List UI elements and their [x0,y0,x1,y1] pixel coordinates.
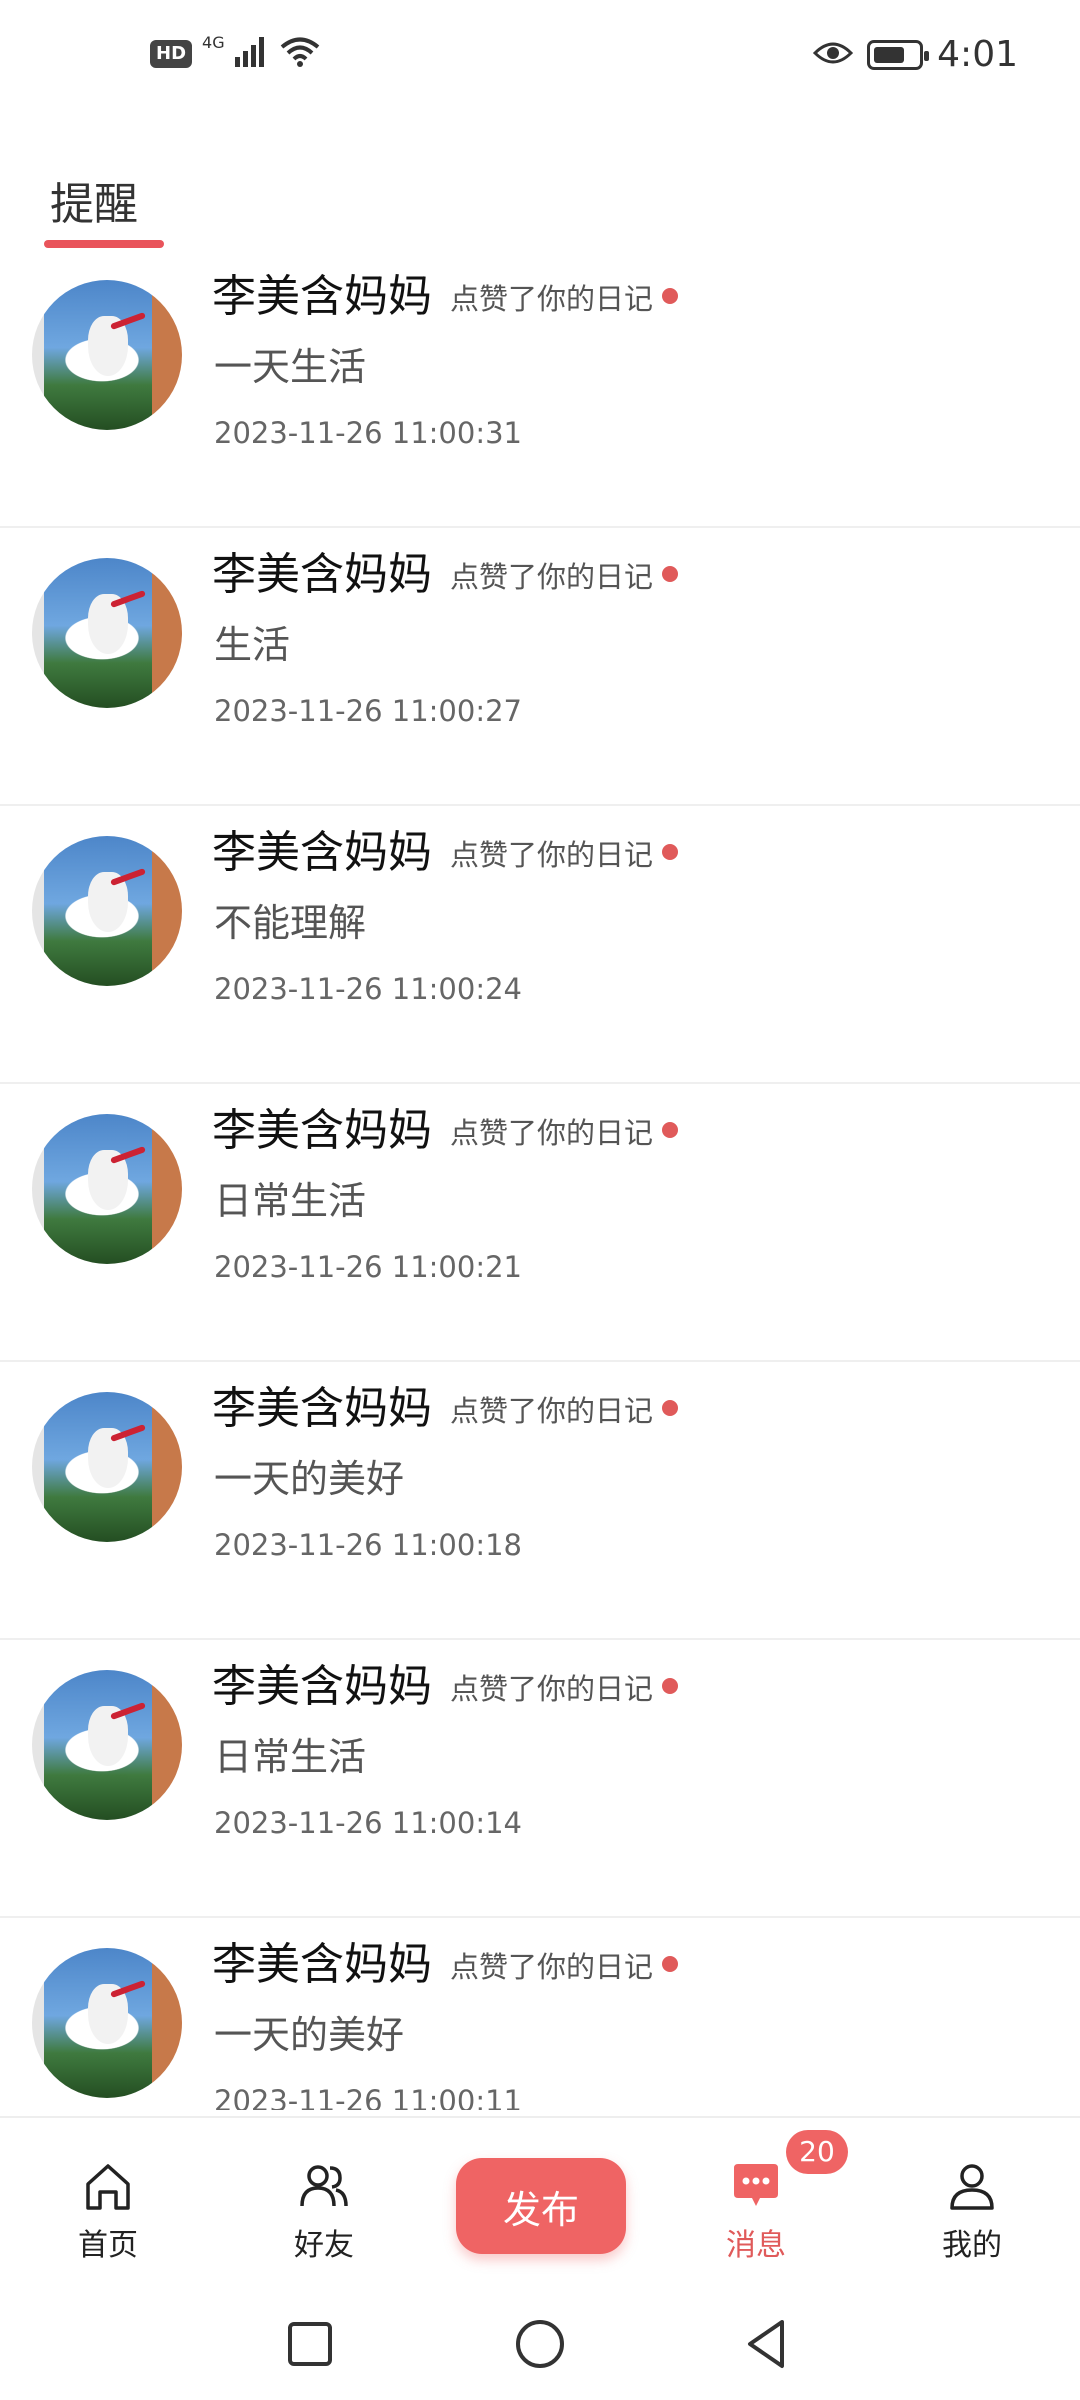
avatar[interactable] [32,1114,182,1264]
action-text: 点赞了你的日记 [450,1950,654,1984]
action-text: 点赞了你的日记 [450,1672,654,1706]
status-right: 4:01 [813,34,1018,75]
nav-home[interactable]: 首页 [48,2158,168,2264]
user-name[interactable]: 李美含妈妈 [212,260,432,324]
home-icon [80,2158,136,2214]
diary-title[interactable]: 日常生活 [214,1726,366,1781]
friends-icon [296,2158,352,2214]
unread-dot [662,1400,678,1416]
avatar[interactable] [32,280,182,430]
action-text: 点赞了你的日记 [450,1394,654,1428]
publish-button[interactable]: 发布 [456,2158,626,2254]
action-text: 点赞了你的日记 [450,838,654,872]
nav-messages-label: 消息 [726,2228,786,2263]
avatar[interactable] [32,1392,182,1542]
nav-mine-label: 我的 [942,2228,1002,2263]
unread-dot [662,1678,678,1694]
nav-home-label: 首页 [78,2228,138,2263]
timestamp: 2023-11-26 11:00:11 [214,2084,522,2110]
avatar[interactable] [32,1948,182,2098]
timestamp: 2023-11-26 11:00:31 [214,416,522,450]
action-text: 点赞了你的日记 [450,560,654,594]
notification-item[interactable]: 李美含妈妈 点赞了你的日记 不能理解 2023-11-26 11:00:24 [0,806,1080,1084]
timestamp: 2023-11-26 11:00:18 [214,1528,522,1562]
battery-icon [867,39,930,70]
diary-title[interactable]: 日常生活 [214,1170,366,1225]
avatar[interactable] [32,1670,182,1820]
notification-list[interactable]: 李美含妈妈 点赞了你的日记 一天生活 2023-11-26 11:00:31 李… [0,250,1080,2110]
action-text: 点赞了你的日记 [450,282,654,316]
notification-item[interactable]: 李美含妈妈 点赞了你的日记 日常生活 2023-11-26 11:00:21 [0,1084,1080,1362]
system-nav [0,2290,1080,2400]
nav-messages[interactable]: 消息 [696,2158,816,2264]
avatar[interactable] [32,558,182,708]
unread-dot [662,1956,678,1972]
hd-badge: HD [150,40,193,68]
user-name[interactable]: 李美含妈妈 [212,1928,432,1992]
diary-title[interactable]: 一天的美好 [214,2004,404,2059]
back-button[interactable] [738,2314,798,2374]
section-title: 提醒 [50,179,138,230]
status-bar: HD 4G 4:01 [0,0,1080,110]
status-left: HD 4G [150,32,321,72]
eye-icon [813,39,854,71]
screen: HD 4G 4:01 提醒 李美含妈妈 点赞了你的日记 一天生活 2023-11… [0,0,1080,2400]
recent-apps-button[interactable] [280,2314,340,2374]
avatar[interactable] [32,836,182,986]
diary-title[interactable]: 不能理解 [214,892,366,947]
signal-icon [234,37,269,71]
user-name[interactable]: 李美含妈妈 [212,538,432,602]
unread-dot [662,566,678,582]
unread-dot [662,1122,678,1138]
user-name[interactable]: 李美含妈妈 [212,1094,432,1158]
diary-title[interactable]: 一天生活 [214,336,366,391]
unread-dot [662,844,678,860]
network-type: 4G [202,32,225,52]
user-name[interactable]: 李美含妈妈 [212,1650,432,1714]
unread-dot [662,288,678,304]
timestamp: 2023-11-26 11:00:21 [214,1250,522,1284]
tab-reminders[interactable]: 提醒 [44,168,164,248]
bottom-nav: 首页 好友 发布 消息 20 我的 [0,2116,1080,2286]
user-name[interactable]: 李美含妈妈 [212,816,432,880]
user-icon [944,2158,1000,2214]
diary-title[interactable]: 一天的美好 [214,1448,404,1503]
diary-title[interactable]: 生活 [214,614,290,669]
notification-item[interactable]: 李美含妈妈 点赞了你的日记 生活 2023-11-26 11:00:27 [0,528,1080,806]
timestamp: 2023-11-26 11:00:24 [214,972,522,1006]
messages-badge: 20 [786,2130,848,2174]
message-icon [728,2158,784,2214]
battery-fill [874,46,904,63]
notification-item[interactable]: 李美含妈妈 点赞了你的日记 日常生活 2023-11-26 11:00:14 [0,1640,1080,1918]
nav-friends-label: 好友 [294,2228,354,2263]
tab-underline [44,240,164,248]
timestamp: 2023-11-26 11:00:27 [214,694,522,728]
nav-friends[interactable]: 好友 [264,2158,384,2264]
action-text: 点赞了你的日记 [450,1116,654,1150]
wifi-icon [279,36,321,72]
timestamp: 2023-11-26 11:00:14 [214,1806,522,1840]
notification-item[interactable]: 李美含妈妈 点赞了你的日记 一天的美好 2023-11-26 11:00:18 [0,1362,1080,1640]
nav-mine[interactable]: 我的 [912,2158,1032,2264]
notification-item[interactable]: 李美含妈妈 点赞了你的日记 一天的美好 2023-11-26 11:00:11 [0,1918,1080,2110]
user-name[interactable]: 李美含妈妈 [212,1372,432,1436]
home-button[interactable] [510,2314,570,2374]
notification-item[interactable]: 李美含妈妈 点赞了你的日记 一天生活 2023-11-26 11:00:31 [0,250,1080,528]
status-time: 4:01 [937,34,1018,75]
